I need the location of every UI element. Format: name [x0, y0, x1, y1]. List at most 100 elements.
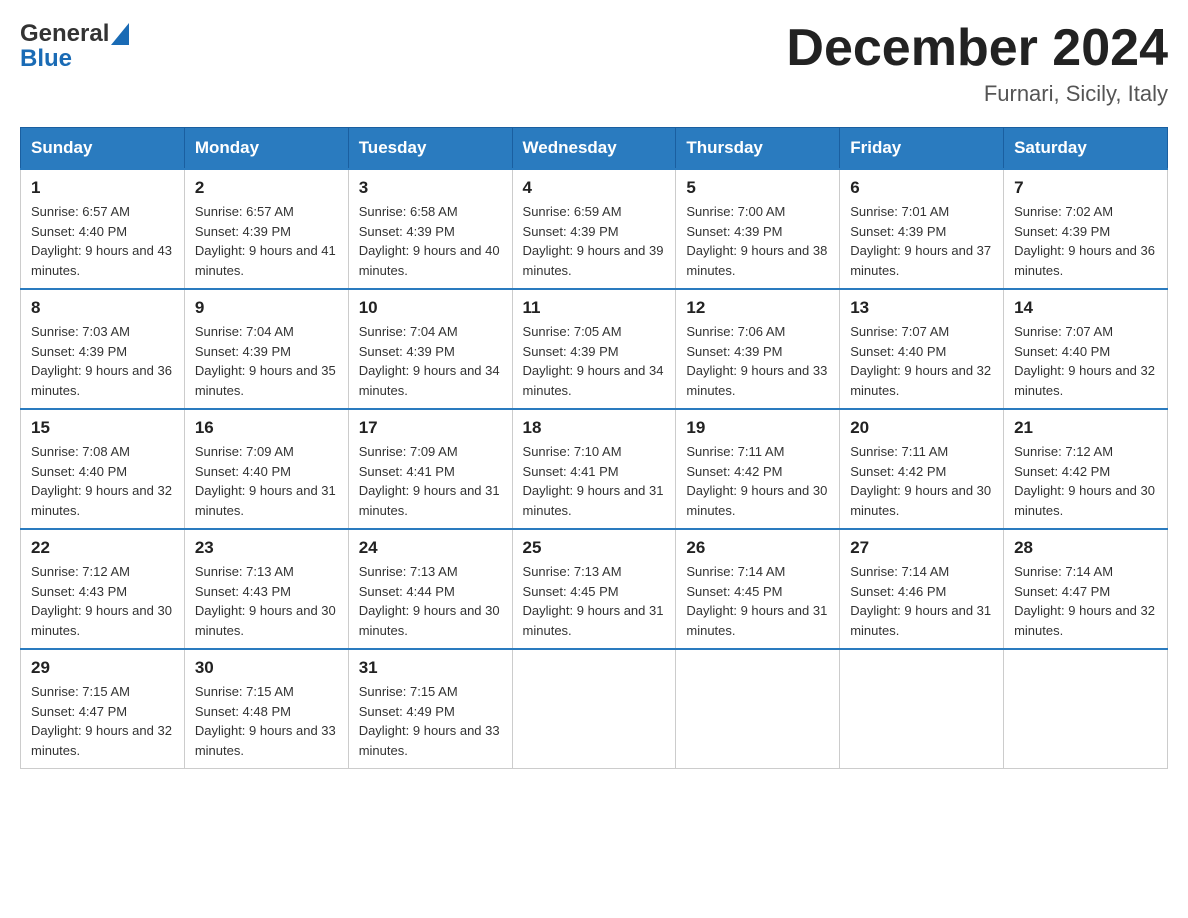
day-number: 1	[31, 178, 174, 198]
day-info: Sunrise: 7:04 AMSunset: 4:39 PMDaylight:…	[195, 322, 338, 400]
calendar-cell: 6 Sunrise: 7:01 AMSunset: 4:39 PMDaylight…	[840, 169, 1004, 289]
day-info: Sunrise: 7:00 AMSunset: 4:39 PMDaylight:…	[686, 202, 829, 280]
day-number: 25	[523, 538, 666, 558]
day-info: Sunrise: 7:08 AMSunset: 4:40 PMDaylight:…	[31, 442, 174, 520]
day-number: 22	[31, 538, 174, 558]
day-info: Sunrise: 7:05 AMSunset: 4:39 PMDaylight:…	[523, 322, 666, 400]
logo: General Blue	[20, 20, 131, 74]
day-number: 15	[31, 418, 174, 438]
calendar-cell: 18 Sunrise: 7:10 AMSunset: 4:41 PMDayligh…	[512, 409, 676, 529]
day-number: 27	[850, 538, 993, 558]
day-info: Sunrise: 7:01 AMSunset: 4:39 PMDaylight:…	[850, 202, 993, 280]
calendar-cell: 10 Sunrise: 7:04 AMSunset: 4:39 PMDayligh…	[348, 289, 512, 409]
day-info: Sunrise: 6:57 AMSunset: 4:39 PMDaylight:…	[195, 202, 338, 280]
day-info: Sunrise: 7:11 AMSunset: 4:42 PMDaylight:…	[686, 442, 829, 520]
day-header-monday: Monday	[184, 128, 348, 170]
calendar-cell: 13Sunrise: 7:07 AMSunset: 4:40 PMDayligh…	[840, 289, 1004, 409]
day-info: Sunrise: 7:09 AMSunset: 4:40 PMDaylight:…	[195, 442, 338, 520]
day-number: 11	[523, 298, 666, 318]
calendar-cell: 30 Sunrise: 7:15 AMSunset: 4:48 PMDayligh…	[184, 649, 348, 769]
logo-blue: Blue	[20, 45, 72, 72]
day-info: Sunrise: 7:14 AMSunset: 4:46 PMDaylight:…	[850, 562, 993, 640]
day-info: Sunrise: 7:13 AMSunset: 4:45 PMDaylight:…	[523, 562, 666, 640]
day-number: 18	[523, 418, 666, 438]
day-info: Sunrise: 6:57 AMSunset: 4:40 PMDaylight:…	[31, 202, 174, 280]
day-info: Sunrise: 7:07 AMSunset: 4:40 PMDaylight:…	[1014, 322, 1157, 400]
day-number: 23	[195, 538, 338, 558]
calendar-cell: 2 Sunrise: 6:57 AMSunset: 4:39 PMDaylight…	[184, 169, 348, 289]
day-header-wednesday: Wednesday	[512, 128, 676, 170]
day-number: 14	[1014, 298, 1157, 318]
calendar-cell: 29Sunrise: 7:15 AMSunset: 4:47 PMDayligh…	[21, 649, 185, 769]
calendar-cell: 4 Sunrise: 6:59 AMSunset: 4:39 PMDaylight…	[512, 169, 676, 289]
day-number: 31	[359, 658, 502, 678]
day-number: 9	[195, 298, 338, 318]
calendar-cell	[1004, 649, 1168, 769]
day-info: Sunrise: 7:14 AMSunset: 4:47 PMDaylight:…	[1014, 562, 1157, 640]
calendar-header-row: SundayMondayTuesdayWednesdayThursdayFrid…	[21, 128, 1168, 170]
day-info: Sunrise: 7:15 AMSunset: 4:47 PMDaylight:…	[31, 682, 174, 760]
day-info: Sunrise: 7:11 AMSunset: 4:42 PMDaylight:…	[850, 442, 993, 520]
day-header-thursday: Thursday	[676, 128, 840, 170]
day-info: Sunrise: 7:04 AMSunset: 4:39 PMDaylight:…	[359, 322, 502, 400]
day-number: 6	[850, 178, 993, 198]
day-info: Sunrise: 7:13 AMSunset: 4:43 PMDaylight:…	[195, 562, 338, 640]
day-info: Sunrise: 7:12 AMSunset: 4:43 PMDaylight:…	[31, 562, 174, 640]
calendar-cell: 27 Sunrise: 7:14 AMSunset: 4:46 PMDayligh…	[840, 529, 1004, 649]
calendar-cell: 28 Sunrise: 7:14 AMSunset: 4:47 PMDayligh…	[1004, 529, 1168, 649]
week-row-5: 29Sunrise: 7:15 AMSunset: 4:47 PMDayligh…	[21, 649, 1168, 769]
calendar-cell	[676, 649, 840, 769]
day-info: Sunrise: 7:10 AMSunset: 4:41 PMDaylight:…	[523, 442, 666, 520]
week-row-4: 22 Sunrise: 7:12 AMSunset: 4:43 PMDayligh…	[21, 529, 1168, 649]
calendar-cell: 25 Sunrise: 7:13 AMSunset: 4:45 PMDayligh…	[512, 529, 676, 649]
calendar-cell: 19 Sunrise: 7:11 AMSunset: 4:42 PMDayligh…	[676, 409, 840, 529]
day-header-saturday: Saturday	[1004, 128, 1168, 170]
page-header: General Blue December 2024 Furnari, Sici…	[20, 20, 1168, 107]
calendar-cell: 17Sunrise: 7:09 AMSunset: 4:41 PMDayligh…	[348, 409, 512, 529]
day-number: 30	[195, 658, 338, 678]
day-info: Sunrise: 7:09 AMSunset: 4:41 PMDaylight:…	[359, 442, 502, 520]
day-info: Sunrise: 7:15 AMSunset: 4:48 PMDaylight:…	[195, 682, 338, 760]
day-number: 21	[1014, 418, 1157, 438]
day-number: 7	[1014, 178, 1157, 198]
calendar-cell: 7Sunrise: 7:02 AMSunset: 4:39 PMDaylight…	[1004, 169, 1168, 289]
day-number: 24	[359, 538, 502, 558]
week-row-3: 15 Sunrise: 7:08 AMSunset: 4:40 PMDayligh…	[21, 409, 1168, 529]
day-number: 20	[850, 418, 993, 438]
calendar-cell: 23 Sunrise: 7:13 AMSunset: 4:43 PMDayligh…	[184, 529, 348, 649]
day-number: 19	[686, 418, 829, 438]
day-number: 10	[359, 298, 502, 318]
calendar-cell: 22 Sunrise: 7:12 AMSunset: 4:43 PMDayligh…	[21, 529, 185, 649]
month-title: December 2024	[786, 20, 1168, 77]
calendar-cell: 20 Sunrise: 7:11 AMSunset: 4:42 PMDayligh…	[840, 409, 1004, 529]
day-number: 3	[359, 178, 502, 198]
calendar-cell: 15 Sunrise: 7:08 AMSunset: 4:40 PMDayligh…	[21, 409, 185, 529]
calendar-cell: 12 Sunrise: 7:06 AMSunset: 4:39 PMDayligh…	[676, 289, 840, 409]
logo-wordmark: General Blue	[20, 20, 131, 74]
day-number: 4	[523, 178, 666, 198]
title-area: December 2024 Furnari, Sicily, Italy	[786, 20, 1168, 107]
day-info: Sunrise: 6:59 AMSunset: 4:39 PMDaylight:…	[523, 202, 666, 280]
calendar-cell: 21 Sunrise: 7:12 AMSunset: 4:42 PMDayligh…	[1004, 409, 1168, 529]
day-number: 12	[686, 298, 829, 318]
day-number: 8	[31, 298, 174, 318]
day-info: Sunrise: 6:58 AMSunset: 4:39 PMDaylight:…	[359, 202, 502, 280]
day-number: 16	[195, 418, 338, 438]
day-number: 28	[1014, 538, 1157, 558]
week-row-1: 1 Sunrise: 6:57 AMSunset: 4:40 PMDaylight…	[21, 169, 1168, 289]
location-subtitle: Furnari, Sicily, Italy	[786, 81, 1168, 107]
day-number: 26	[686, 538, 829, 558]
day-header-friday: Friday	[840, 128, 1004, 170]
day-info: Sunrise: 7:12 AMSunset: 4:42 PMDaylight:…	[1014, 442, 1157, 520]
calendar-cell: 5 Sunrise: 7:00 AMSunset: 4:39 PMDaylight…	[676, 169, 840, 289]
day-info: Sunrise: 7:14 AMSunset: 4:45 PMDaylight:…	[686, 562, 829, 640]
day-number: 2	[195, 178, 338, 198]
day-info: Sunrise: 7:15 AMSunset: 4:49 PMDaylight:…	[359, 682, 502, 760]
day-info: Sunrise: 7:07 AMSunset: 4:40 PMDaylight:…	[850, 322, 993, 400]
week-row-2: 8 Sunrise: 7:03 AMSunset: 4:39 PMDaylight…	[21, 289, 1168, 409]
day-info: Sunrise: 7:03 AMSunset: 4:39 PMDaylight:…	[31, 322, 174, 400]
calendar-cell: 26 Sunrise: 7:14 AMSunset: 4:45 PMDayligh…	[676, 529, 840, 649]
calendar-cell: 3 Sunrise: 6:58 AMSunset: 4:39 PMDaylight…	[348, 169, 512, 289]
day-info: Sunrise: 7:06 AMSunset: 4:39 PMDaylight:…	[686, 322, 829, 400]
day-number: 5	[686, 178, 829, 198]
